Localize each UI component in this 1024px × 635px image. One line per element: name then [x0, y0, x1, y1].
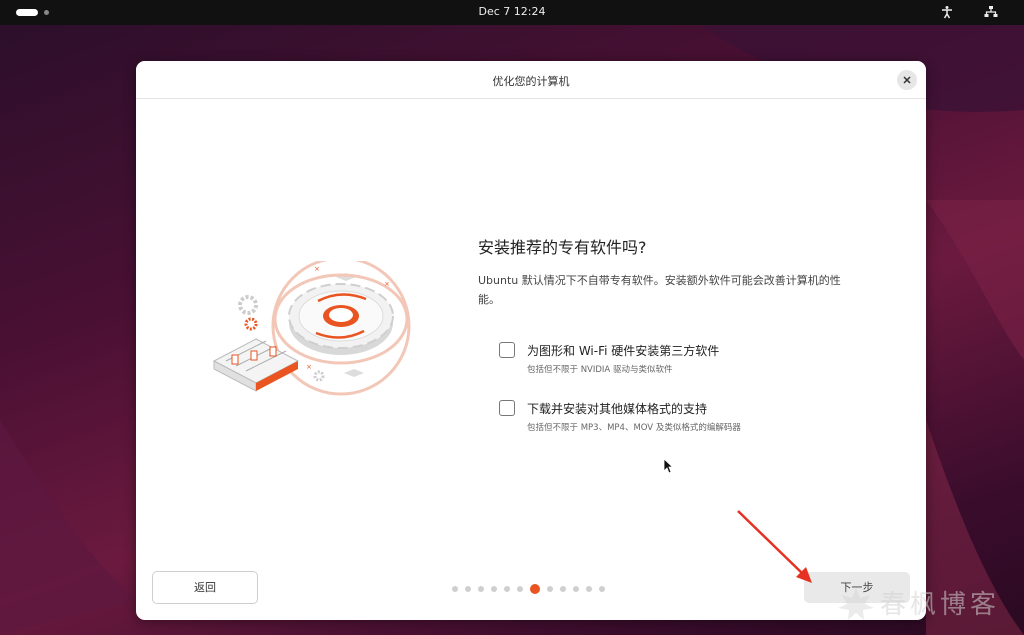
mouse-cursor-icon — [663, 458, 673, 474]
progress-dot — [573, 586, 579, 592]
close-icon — [903, 76, 911, 84]
third-party-drivers-checkbox[interactable] — [499, 342, 515, 358]
option-sublabel: 包括但不限于 MP3、MP4、MOV 及类似格式的编解码器 — [527, 423, 741, 433]
network-icon[interactable] — [984, 5, 998, 19]
progress-dot — [599, 586, 605, 592]
media-codecs-checkbox[interactable] — [499, 400, 515, 416]
window-title: 优化您的计算机 — [492, 75, 570, 88]
gear-illustration: × × × — [212, 261, 411, 396]
progress-dot — [517, 586, 523, 592]
svg-text:×: × — [306, 363, 312, 371]
progress-dot — [504, 586, 510, 592]
maple-leaf-icon — [838, 588, 874, 620]
progress-dot — [560, 586, 566, 592]
progress-dot — [465, 586, 471, 592]
option-label: 为图形和 Wi-Fi 硬件安装第三方软件 — [527, 344, 720, 358]
progress-dot — [491, 586, 497, 592]
back-button[interactable]: 返回 — [152, 571, 258, 604]
top-bar: Dec 7 12:24 — [0, 0, 1024, 25]
close-button[interactable] — [897, 70, 917, 90]
progress-dot — [547, 586, 553, 592]
svg-text:×: × — [384, 280, 390, 288]
page-heading: 安装推荐的专有软件吗? — [478, 238, 647, 257]
watermark: 春枫博客 — [836, 582, 1016, 626]
page-description: Ubuntu 默认情况下不自带专有软件。安装额外软件可能会改善计算机的性能。 — [478, 274, 841, 306]
accessibility-icon[interactable] — [940, 5, 954, 19]
svg-text:×: × — [314, 265, 320, 273]
option-sublabel: 包括但不限于 NVIDIA 驱动与类似软件 — [527, 365, 673, 375]
title-bar: 优化您的计算机 — [136, 61, 926, 99]
progress-dot — [586, 586, 592, 592]
progress-dot — [452, 586, 458, 592]
option-third-party-drivers[interactable]: 为图形和 Wi-Fi 硬件安装第三方软件 包括但不限于 NVIDIA 驱动与类似… — [499, 342, 899, 376]
annotation-arrow-icon — [737, 510, 812, 583]
clock[interactable]: Dec 7 12:24 — [0, 5, 1024, 18]
progress-dot-active — [530, 584, 540, 594]
option-label: 下载并安装对其他媒体格式的支持 — [527, 402, 708, 416]
watermark-text: 春枫博客 — [880, 590, 1001, 620]
progress-dot — [478, 586, 484, 592]
option-media-codecs[interactable]: 下载并安装对其他媒体格式的支持 包括但不限于 MP3、MP4、MOV 及类似格式… — [499, 400, 899, 434]
